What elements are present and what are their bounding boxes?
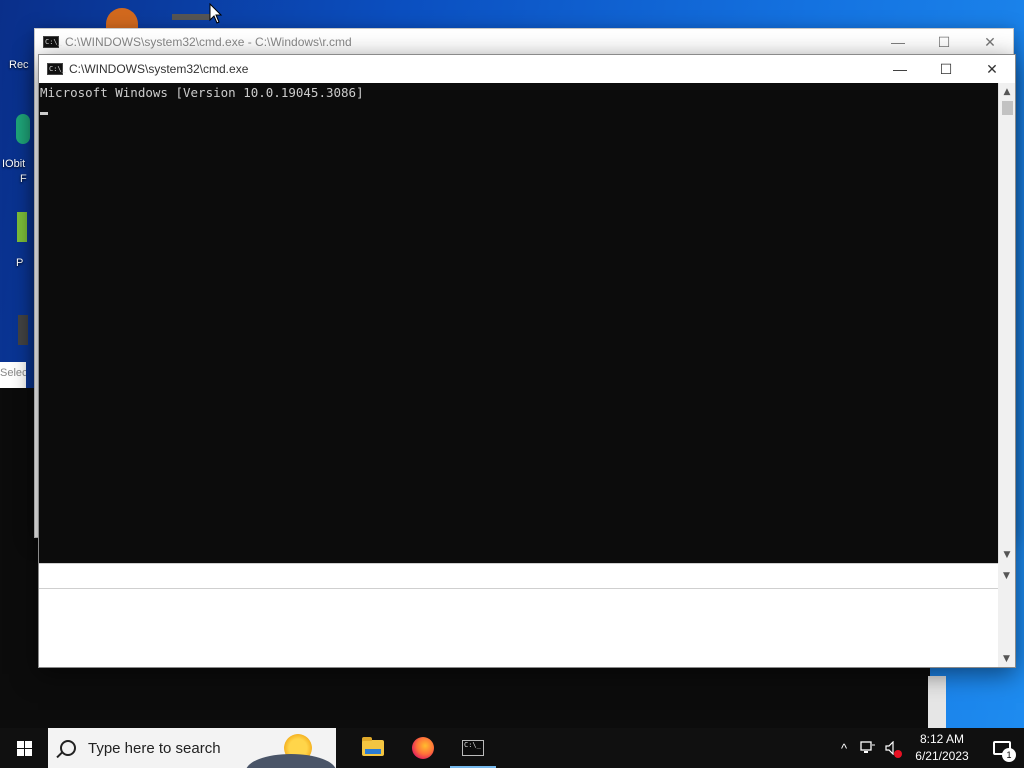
system-tray: ^ 8:12 AM 6/21/2023 1 bbox=[832, 728, 1024, 768]
taskbar: Type here to search C:\_ ^ 8:12 AM 6/21/… bbox=[0, 728, 1024, 768]
taskbar-firefox[interactable] bbox=[398, 728, 448, 768]
secondary-pane bbox=[39, 563, 999, 589]
taskbar-file-explorer[interactable] bbox=[348, 728, 398, 768]
windows-logo-icon bbox=[16, 740, 32, 756]
console-line: Microsoft Windows [Version 10.0.19045.30… bbox=[40, 85, 364, 100]
cmd-icon: C:\_ bbox=[47, 63, 66, 75]
desktop-icon-label: Selec bbox=[0, 367, 26, 379]
maximize-button[interactable]: ☐ bbox=[921, 29, 967, 55]
show-hidden-icons-chevron-icon[interactable]: ^ bbox=[832, 728, 856, 768]
minimize-button[interactable]: — bbox=[875, 29, 921, 55]
clock-time: 8:12 AM bbox=[919, 732, 965, 746]
scroll-down-arrow-icon[interactable]: ▼ bbox=[998, 650, 1015, 667]
text-cursor bbox=[40, 112, 48, 115]
console-output[interactable]: Microsoft Windows [Version 10.0.19045.30… bbox=[39, 83, 999, 563]
title-bar[interactable]: C:\_ C:\WINDOWS\system32\cmd.exe — ☐ ✕ bbox=[39, 55, 1015, 83]
command-prompt-icon: C:\_ bbox=[462, 740, 484, 756]
scroll-down-arrow-icon[interactable]: ▼ bbox=[999, 546, 1015, 563]
title-bar[interactable]: C:\_ C:\WINDOWS\system32\cmd.exe - C:\Wi… bbox=[35, 29, 1013, 55]
taskbar-command-prompt[interactable]: C:\_ bbox=[448, 728, 498, 768]
maximize-button[interactable]: ☐ bbox=[923, 56, 969, 82]
desktop-app-icon[interactable] bbox=[172, 14, 210, 20]
clock[interactable]: 8:12 AM 6/21/2023 bbox=[904, 731, 980, 765]
desktop-icon-label[interactable]: Rec bbox=[9, 59, 29, 71]
network-icon[interactable] bbox=[856, 728, 880, 768]
file-explorer-icon bbox=[362, 737, 384, 756]
scroll-down-arrow-icon[interactable]: ▼ bbox=[998, 567, 1015, 584]
search-box[interactable]: Type here to search bbox=[48, 728, 336, 768]
scrollbar-thumb[interactable] bbox=[1002, 101, 1013, 115]
search-highlight-image bbox=[246, 754, 336, 768]
window-title: C:\WINDOWS\system32\cmd.exe bbox=[69, 62, 249, 76]
clock-date: 6/21/2023 bbox=[915, 749, 969, 763]
tertiary-pane bbox=[39, 589, 999, 667]
minimize-button[interactable]: — bbox=[877, 56, 923, 82]
window-edge bbox=[928, 676, 946, 728]
start-button[interactable] bbox=[0, 728, 48, 768]
action-center-button[interactable]: 1 bbox=[980, 728, 1024, 768]
volume-muted-icon[interactable] bbox=[880, 728, 904, 768]
desktop-app-icon[interactable] bbox=[106, 8, 138, 28]
close-button[interactable]: ✕ bbox=[969, 56, 1015, 82]
notification-count-badge: 1 bbox=[1002, 748, 1016, 762]
iobit-icon[interactable] bbox=[16, 114, 30, 144]
mute-badge-icon bbox=[894, 750, 902, 758]
firefox-icon bbox=[412, 737, 434, 759]
desktop-icon-label[interactable]: F bbox=[20, 173, 27, 185]
scroll-up-arrow-icon[interactable]: ▲ bbox=[999, 83, 1015, 100]
search-icon bbox=[60, 740, 76, 756]
app-icon[interactable] bbox=[17, 212, 27, 242]
desktop-icon-label[interactable]: IObit bbox=[2, 158, 25, 170]
vertical-scrollbar-lower[interactable]: ▼ ▼ bbox=[998, 563, 1015, 667]
desktop-icon-label[interactable]: P bbox=[16, 257, 23, 269]
close-button[interactable]: ✕ bbox=[967, 29, 1013, 55]
search-placeholder: Type here to search bbox=[88, 739, 221, 757]
selection-box: Selec bbox=[0, 362, 26, 388]
vertical-scrollbar[interactable]: ▲ ▼ bbox=[998, 83, 1015, 563]
window-title: C:\WINDOWS\system32\cmd.exe - C:\Windows… bbox=[65, 35, 352, 49]
cmd-window[interactable]: C:\_ C:\WINDOWS\system32\cmd.exe — ☐ ✕ M… bbox=[38, 54, 1016, 668]
app-icon[interactable] bbox=[18, 315, 28, 345]
cmd-icon: C:\_ bbox=[43, 36, 62, 48]
